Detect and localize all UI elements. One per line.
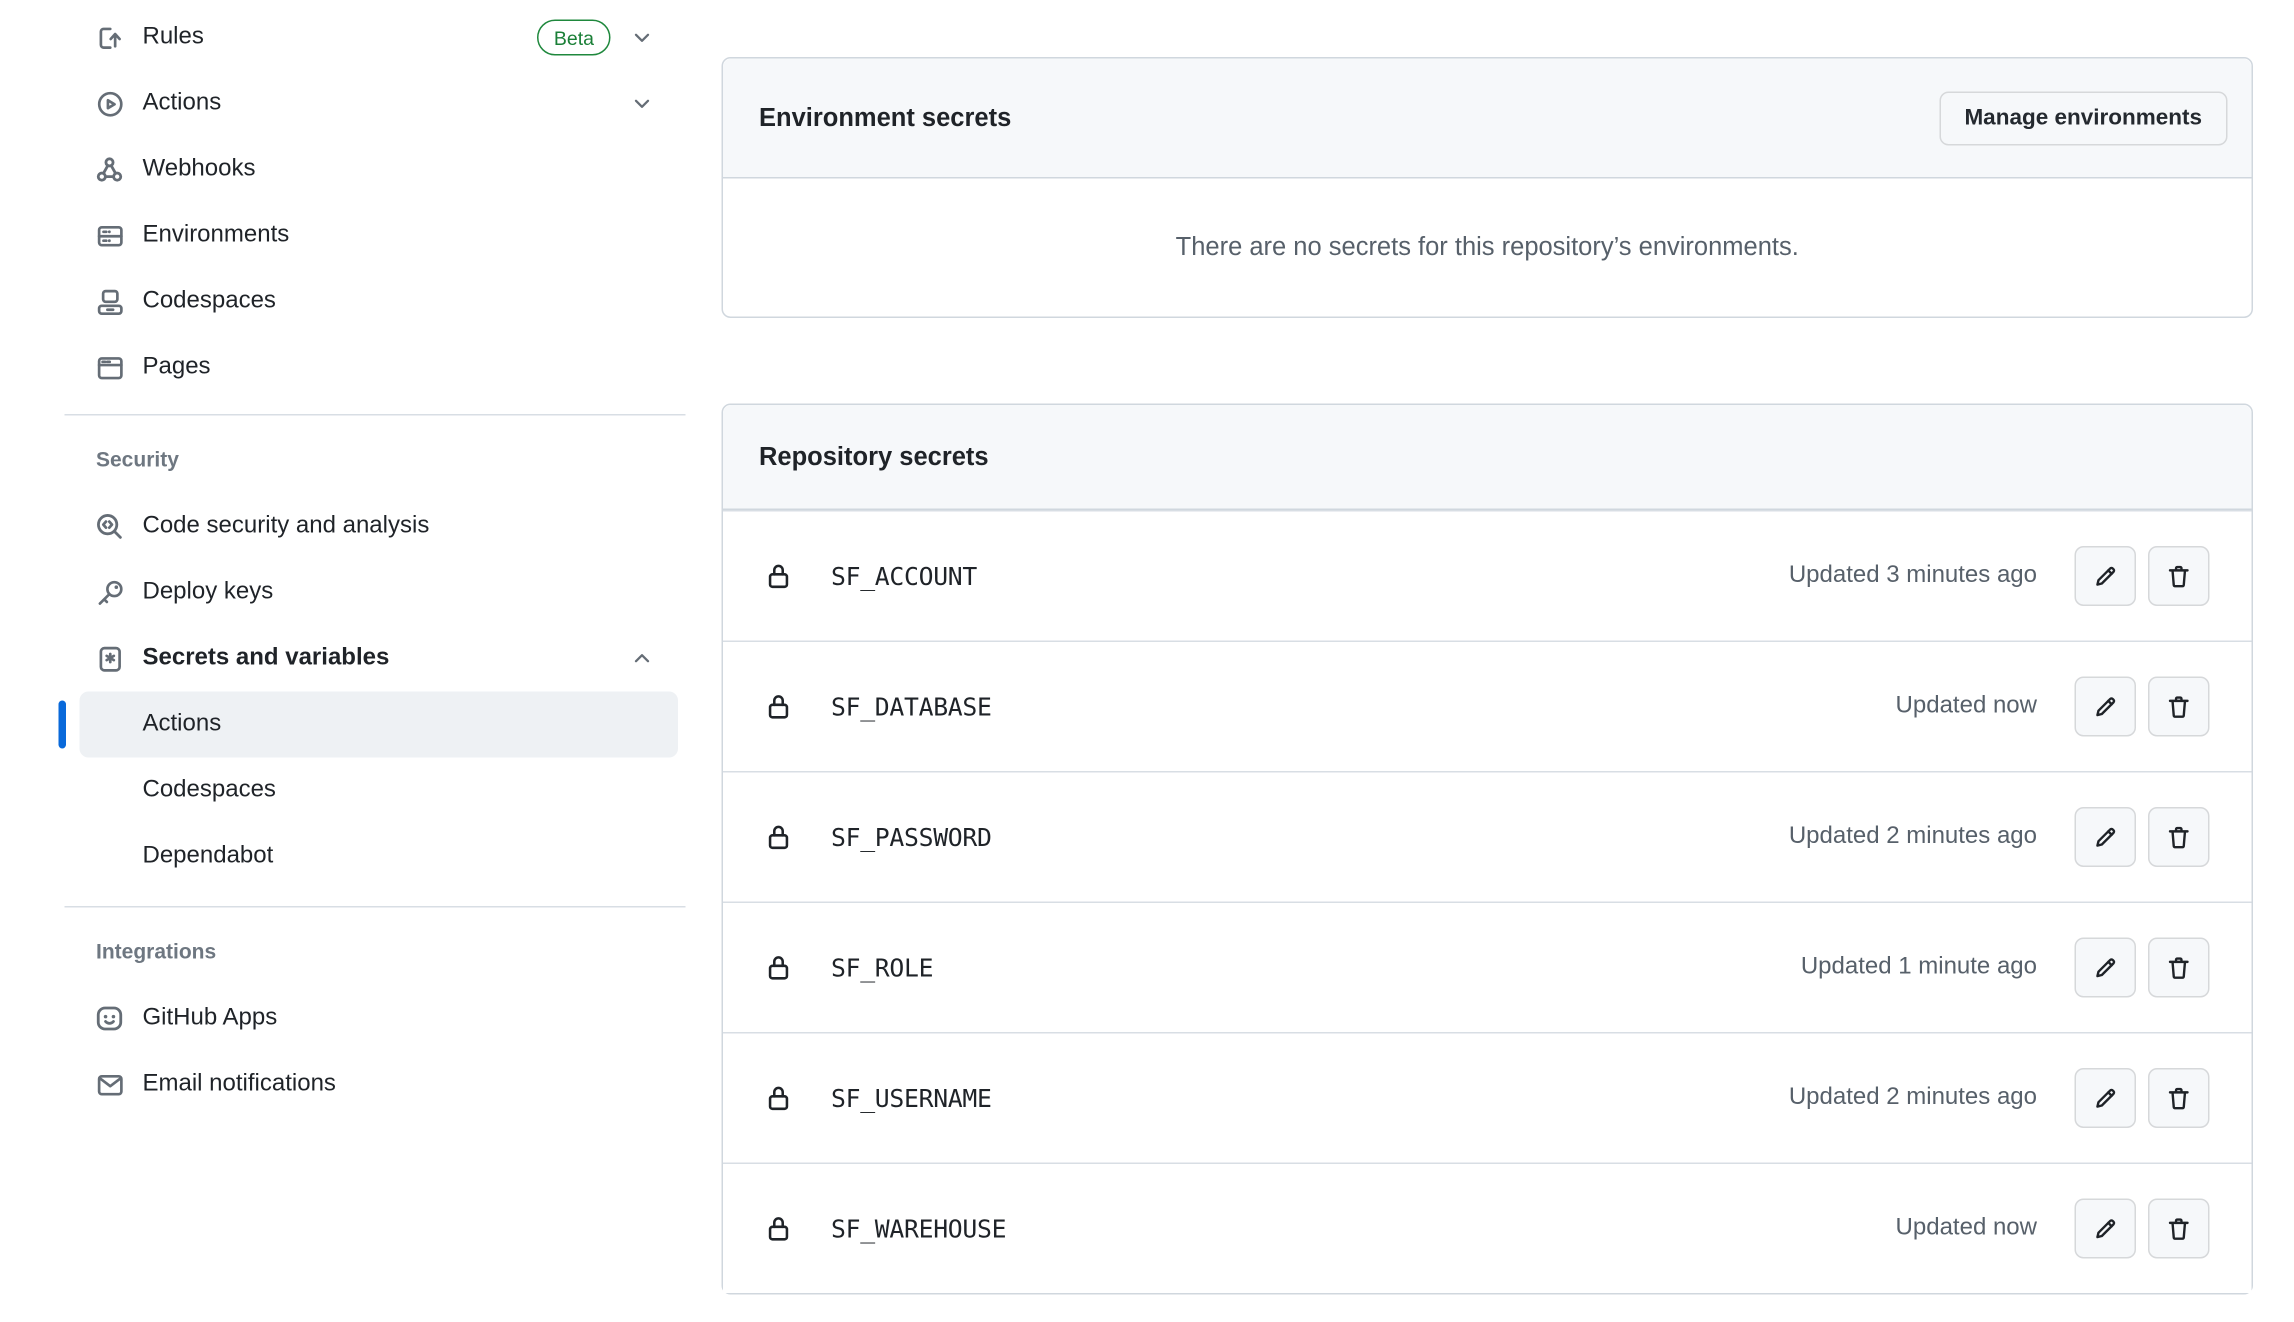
sidebar-item-codespaces[interactable]: Codespaces — [0, 269, 705, 335]
sidebar-subitem-label: Actions — [143, 711, 222, 738]
settings-sidebar: Rules Beta Actions Webhooks — [0, 5, 705, 1118]
delete-secret-button[interactable] — [2148, 1199, 2210, 1259]
environment-secrets-empty-state: There are no secrets for this repository… — [723, 179, 2252, 317]
sidebar-item-label: Environments — [143, 222, 290, 249]
sidebar-item-label: Codespaces — [143, 288, 276, 315]
sidebar-item-label: Pages — [143, 354, 211, 381]
sidebar-item-label: Deploy keys — [143, 579, 274, 606]
delete-secret-button[interactable] — [2148, 938, 2210, 998]
environment-secrets-header: Environment secrets Manage environments — [723, 59, 2252, 179]
secret-name: SF_PASSWORD — [831, 823, 992, 852]
key-icon — [93, 578, 126, 607]
lock-icon — [765, 693, 792, 720]
beta-badge: Beta — [537, 20, 610, 56]
secret-row: SF_ACCOUNT Updated 3 minutes ago — [723, 510, 2252, 641]
sidebar-item-rules[interactable]: Rules Beta — [0, 5, 705, 71]
sidebar-subitem-actions[interactable]: Actions — [80, 692, 679, 758]
sidebar-divider — [65, 414, 686, 416]
secret-row: SF_WAREHOUSE Updated now — [723, 1163, 2252, 1294]
environment-secrets-panel: Environment secrets Manage environments … — [722, 57, 2254, 318]
lock-icon — [765, 824, 792, 851]
sidebar-item-code-security[interactable]: Code security and analysis — [0, 494, 705, 560]
sidebar-section-security: Security — [0, 437, 705, 482]
edit-secret-button[interactable] — [2075, 1068, 2137, 1128]
github-apps-icon — [93, 1004, 126, 1034]
secret-updated: Updated 2 minutes ago — [1789, 824, 2037, 851]
rules-icon — [93, 23, 126, 52]
secret-row: SF_PASSWORD Updated 2 minutes ago — [723, 771, 2252, 902]
sidebar-item-pages[interactable]: Pages — [0, 335, 705, 401]
sidebar-item-label: Webhooks — [143, 156, 256, 183]
sidebar-section-integrations: Integrations — [0, 929, 705, 974]
lock-icon — [765, 1215, 792, 1242]
sidebar-item-label: Actions — [143, 90, 222, 117]
secret-name: SF_ROLE — [831, 953, 933, 982]
sidebar-item-webhooks[interactable]: Webhooks — [0, 137, 705, 203]
codespaces-icon — [93, 287, 126, 316]
lock-icon — [765, 1085, 792, 1112]
sidebar-item-secrets-and-variables[interactable]: Secrets and variables — [0, 626, 705, 692]
codescan-icon — [93, 512, 126, 542]
secret-updated: Updated 3 minutes ago — [1789, 563, 2037, 590]
edit-secret-button[interactable] — [2075, 807, 2137, 867]
repository-secrets-header: Repository secrets — [723, 405, 2252, 510]
chevron-up-icon — [630, 647, 654, 671]
lock-icon — [765, 954, 792, 981]
delete-secret-button[interactable] — [2148, 677, 2210, 737]
webhooks-icon — [93, 155, 126, 185]
sidebar-item-label: Rules — [143, 24, 204, 51]
sidebar-item-github-apps[interactable]: GitHub Apps — [0, 986, 705, 1052]
sidebar-item-label: Secrets and variables — [143, 645, 390, 672]
asterisk-box-icon — [93, 644, 126, 673]
secret-name: SF_USERNAME — [831, 1084, 992, 1113]
repository-secrets-panel: Repository secrets SF_ACCOUNT Updated 3 … — [722, 404, 2254, 1295]
actions-icon — [93, 89, 126, 118]
mail-icon — [93, 1070, 126, 1099]
edit-secret-button[interactable] — [2075, 938, 2137, 998]
lock-icon — [765, 563, 792, 590]
sidebar-item-actions[interactable]: Actions — [0, 71, 705, 137]
manage-environments-button[interactable]: Manage environments — [1939, 91, 2228, 145]
environment-secrets-title: Environment secrets — [759, 103, 1011, 133]
delete-secret-button[interactable] — [2148, 546, 2210, 606]
sidebar-subitem-codespaces[interactable]: Codespaces — [80, 758, 679, 824]
repository-secrets-title: Repository secrets — [759, 442, 989, 472]
settings-page: Rules Beta Actions Webhooks — [0, 0, 2294, 1322]
chevron-down-icon — [630, 92, 654, 116]
secret-name: SF_ACCOUNT — [831, 562, 977, 591]
delete-secret-button[interactable] — [2148, 807, 2210, 867]
sidebar-subitem-label: Codespaces — [143, 777, 276, 804]
secret-name: SF_WAREHOUSE — [831, 1214, 1006, 1243]
sidebar-item-environments[interactable]: Environments — [0, 203, 705, 269]
chevron-down-icon — [630, 26, 654, 50]
secret-updated: Updated now — [1896, 1215, 2037, 1242]
edit-secret-button[interactable] — [2075, 546, 2137, 606]
edit-secret-button[interactable] — [2075, 1199, 2137, 1259]
sidebar-subitem-dependabot[interactable]: Dependabot — [80, 824, 679, 890]
sidebar-item-label: GitHub Apps — [143, 1005, 278, 1032]
secret-name: SF_DATABASE — [831, 692, 992, 721]
sidebar-item-label: Code security and analysis — [143, 513, 430, 540]
sidebar-item-email-notifications[interactable]: Email notifications — [0, 1052, 705, 1118]
secret-row: SF_USERNAME Updated 2 minutes ago — [723, 1032, 2252, 1163]
empty-state-message: There are no secrets for this repository… — [1176, 233, 1799, 263]
secret-updated: Updated now — [1896, 693, 2037, 720]
sidebar-item-deploy-keys[interactable]: Deploy keys — [0, 560, 705, 626]
sidebar-item-label: Email notifications — [143, 1071, 336, 1098]
delete-secret-button[interactable] — [2148, 1068, 2210, 1128]
pages-icon — [93, 353, 126, 382]
environments-icon — [93, 221, 126, 250]
secret-updated: Updated 2 minutes ago — [1789, 1085, 2037, 1112]
sidebar-subitem-label: Dependabot — [143, 843, 274, 870]
edit-secret-button[interactable] — [2075, 677, 2137, 737]
sidebar-divider — [65, 906, 686, 908]
secret-row: SF_DATABASE Updated now — [723, 641, 2252, 772]
secret-row: SF_ROLE Updated 1 minute ago — [723, 902, 2252, 1033]
secret-updated: Updated 1 minute ago — [1801, 954, 2037, 981]
